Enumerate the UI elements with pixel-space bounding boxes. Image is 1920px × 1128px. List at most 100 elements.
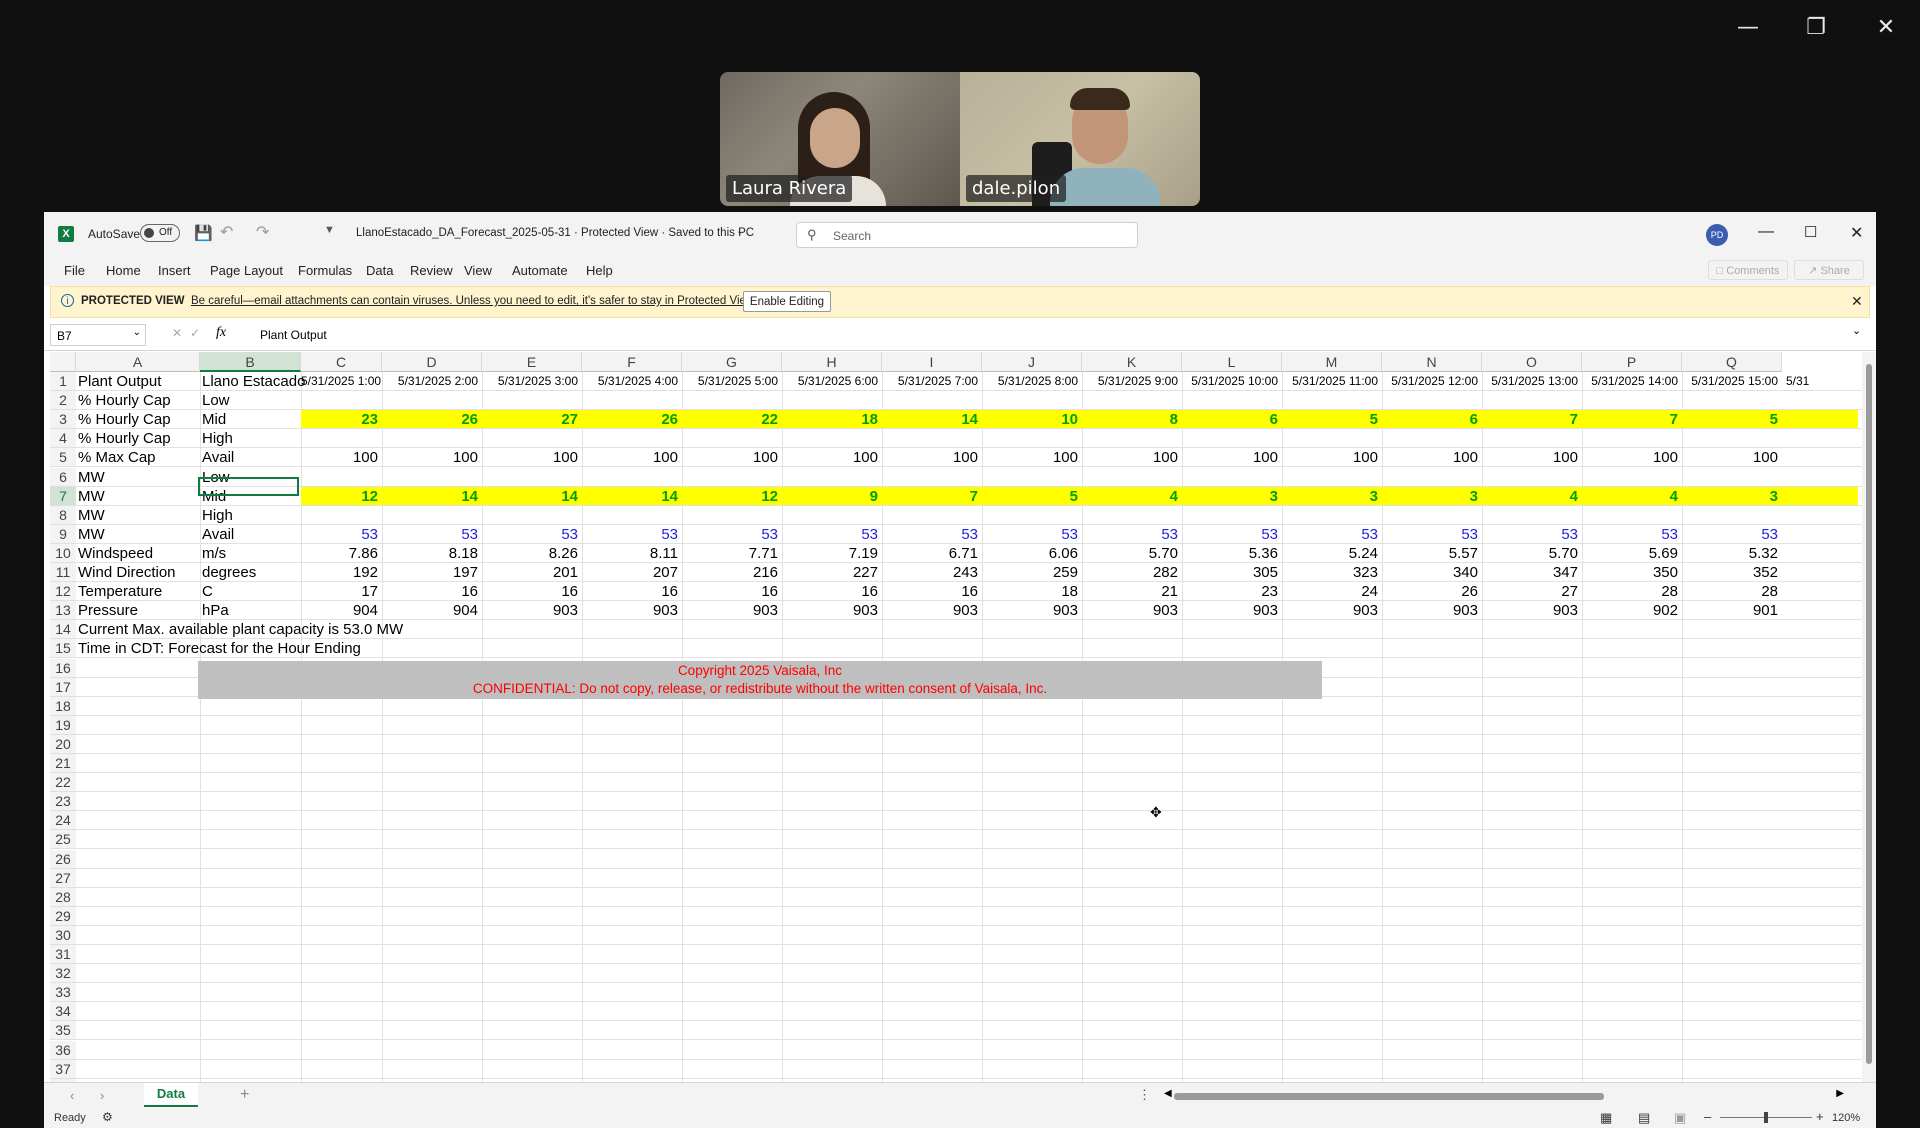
value-cell[interactable]: 100 [1282, 448, 1378, 466]
cancel-formula-icon[interactable]: ✕ [172, 326, 182, 340]
vertical-scroll-thumb[interactable] [1866, 364, 1872, 1064]
row-header[interactable]: 14 [50, 620, 76, 640]
value-cell[interactable]: 8.11 [582, 544, 678, 562]
date-header-cell[interactable]: 5/31/2025 3:00 [482, 372, 578, 390]
redo-icon[interactable]: ↷ [256, 222, 269, 242]
cell-b11[interactable]: degrees [202, 563, 256, 581]
value-cell[interactable]: 3 [1282, 487, 1378, 505]
value-cell[interactable]: 201 [482, 563, 578, 581]
row-header[interactable]: 27 [50, 868, 76, 888]
row-header[interactable]: 20 [50, 734, 76, 754]
cell-a5[interactable]: % Max Cap [78, 448, 156, 466]
value-cell[interactable]: 23 [301, 410, 378, 428]
value-cell[interactable]: 100 [982, 448, 1078, 466]
restore-icon[interactable]: ❐ [1802, 14, 1830, 42]
value-cell[interactable]: 100 [1382, 448, 1478, 466]
value-cell[interactable]: 18 [782, 410, 878, 428]
value-cell[interactable]: 6.06 [982, 544, 1078, 562]
minimize-icon[interactable]: — [1734, 14, 1762, 42]
value-cell[interactable]: 28 [1582, 582, 1678, 600]
row-header[interactable]: 35 [50, 1021, 76, 1041]
row-header[interactable]: 2 [50, 391, 76, 411]
column-header-g[interactable]: G [682, 352, 782, 372]
protected-view-message[interactable]: Be careful—email attachments can contain… [191, 295, 757, 307]
value-cell[interactable]: 8 [1082, 410, 1178, 428]
value-cell[interactable]: 7 [882, 487, 978, 505]
value-cell[interactable]: 903 [1282, 601, 1378, 619]
row-header[interactable]: 21 [50, 754, 76, 774]
value-cell[interactable]: 18 [982, 582, 1078, 600]
row-header[interactable]: 29 [50, 906, 76, 926]
date-header-cell[interactable]: 5/31/2025 1:00 [301, 372, 381, 390]
row-header[interactable]: 15 [50, 639, 76, 659]
value-cell[interactable]: 16 [882, 582, 978, 600]
cell-a13[interactable]: Pressure [78, 601, 138, 619]
value-cell[interactable]: 5.70 [1082, 544, 1178, 562]
value-cell[interactable]: 5 [1682, 410, 1778, 428]
close-icon[interactable]: ✕ [1872, 14, 1900, 42]
row-header[interactable]: 24 [50, 811, 76, 831]
cell-a11[interactable]: Wind Direction [78, 563, 176, 581]
value-cell[interactable]: 16 [482, 582, 578, 600]
value-cell[interactable]: 323 [1282, 563, 1378, 581]
date-header-cell[interactable]: 5/31/2025 9:00 [1082, 372, 1178, 390]
zoom-in-icon[interactable]: + [1816, 1109, 1824, 1124]
column-header-h[interactable]: H [782, 352, 882, 372]
value-cell[interactable]: 26 [582, 410, 678, 428]
value-cell[interactable]: 17 [301, 582, 378, 600]
date-header-cell[interactable]: 5/31/2025 15:00 [1682, 372, 1778, 390]
cell-b12[interactable]: C [202, 582, 213, 600]
value-cell[interactable]: 352 [1682, 563, 1778, 581]
row-header[interactable]: 1 [50, 372, 76, 392]
row-header[interactable]: 25 [50, 830, 76, 850]
row-header[interactable]: 5 [50, 448, 76, 468]
title-chevron-down-icon[interactable]: ⌄ [736, 226, 744, 237]
value-cell[interactable]: 7.71 [682, 544, 778, 562]
close-protected-view-icon[interactable]: ✕ [1851, 293, 1863, 310]
value-cell[interactable]: 21 [1082, 582, 1178, 600]
window-maximize-icon[interactable]: ☐ [1804, 223, 1817, 241]
value-cell[interactable]: 53 [382, 525, 478, 543]
confirm-formula-icon[interactable]: ✓ [190, 326, 200, 340]
value-cell[interactable]: 216 [682, 563, 778, 581]
value-cell[interactable]: 53 [982, 525, 1078, 543]
comments-button[interactable]: □ Comments [1708, 260, 1788, 280]
value-cell[interactable]: 227 [782, 563, 878, 581]
row-header[interactable]: 17 [50, 677, 76, 697]
value-cell[interactable]: 903 [1482, 601, 1578, 619]
value-cell[interactable]: 5.32 [1682, 544, 1778, 562]
row-header[interactable]: 12 [50, 582, 76, 602]
value-cell[interactable]: 7.86 [301, 544, 378, 562]
video-tile-dale[interactable]: dale.pilon [960, 72, 1200, 206]
value-cell[interactable]: 282 [1082, 563, 1178, 581]
cell-b4[interactable]: High [202, 429, 233, 447]
value-cell[interactable]: 100 [1482, 448, 1578, 466]
value-cell[interactable]: 8.26 [482, 544, 578, 562]
search-box[interactable]: ⚲ Search [796, 222, 1138, 248]
value-cell[interactable]: 14 [482, 487, 578, 505]
row-header[interactable]: 23 [50, 792, 76, 812]
vertical-scrollbar[interactable] [1862, 352, 1876, 1082]
value-cell[interactable]: 5 [982, 487, 1078, 505]
autosave-toggle[interactable]: Off [140, 224, 180, 242]
column-header-p[interactable]: P [1582, 352, 1682, 372]
value-cell[interactable]: 53 [1282, 525, 1378, 543]
more-options-icon[interactable]: ⋮ [1138, 1087, 1151, 1103]
value-cell[interactable]: 16 [782, 582, 878, 600]
cell-a2[interactable]: % Hourly Cap [78, 391, 171, 409]
row-header[interactable]: 9 [50, 524, 76, 544]
cell-a6[interactable]: MW [78, 468, 105, 486]
value-cell[interactable]: 902 [1582, 601, 1678, 619]
value-cell[interactable]: 53 [1482, 525, 1578, 543]
value-cell[interactable]: 7 [1482, 410, 1578, 428]
video-tile-laura[interactable]: Laura Rivera [720, 72, 960, 206]
value-cell[interactable]: 197 [382, 563, 478, 581]
value-cell[interactable]: 53 [1382, 525, 1478, 543]
zoom-out-icon[interactable]: – [1704, 1109, 1711, 1124]
cell-b3[interactable]: Mid [202, 410, 226, 428]
value-cell[interactable]: 903 [1182, 601, 1278, 619]
value-cell[interactable]: 3 [1382, 487, 1478, 505]
date-header-cell[interactable]: 5/31/2025 7:00 [882, 372, 978, 390]
row-header[interactable]: 37 [50, 1059, 76, 1079]
name-box[interactable]: B7 ⌄ [50, 324, 146, 346]
